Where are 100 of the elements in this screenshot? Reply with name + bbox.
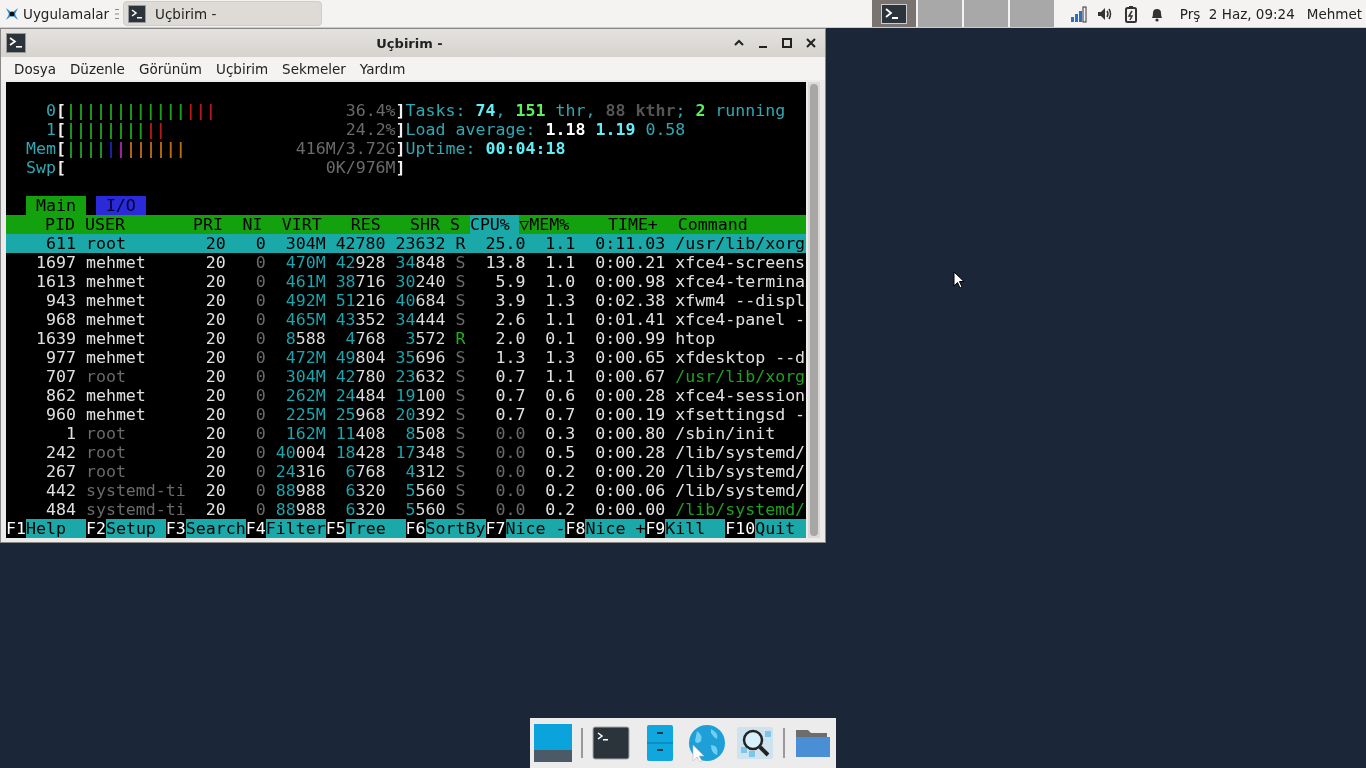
table-cell-text: 42780: [334, 234, 386, 253]
clock[interactable]: Prş 2 Haz, 09:24: [1179, 5, 1295, 22]
table-cell-text: 25.0: [484, 234, 526, 253]
table-cell-text: 0: [254, 234, 266, 253]
table-cell-text: 0.3: [544, 424, 576, 443]
bracket: ]: [395, 139, 406, 158]
process-row[interactable]: 862 mehmet 20 0 262M 24484 19100 S 0.7 0.6 0:00.28 xfce4-session: [6, 386, 806, 405]
status-line: Load average: 1.18 1.19 0.58: [405, 120, 686, 139]
signal-icon[interactable]: [1069, 4, 1088, 23]
workspace-button[interactable]: [871, 0, 916, 27]
column-header[interactable]: SHR: [380, 215, 440, 234]
table-cell-text: 20: [204, 367, 226, 386]
column-header[interactable]: CPU%: [469, 215, 520, 234]
column-header[interactable]: S: [449, 215, 460, 234]
process-row[interactable]: 1 root 20 0 162M 11408 8508 S 0.0 0.3 0:00.80 /sbin/init: [6, 424, 806, 443]
table-cell-text: /sbin/init: [675, 424, 777, 443]
taskbar-button[interactable]: Uçbirim -: [123, 1, 323, 26]
process-row[interactable]: 968 mehmet 20 0 465M 43352 34444 S 2.6 1.1 0:01.41 xfce4-panel -: [6, 310, 806, 329]
column-header[interactable]: USER: [85, 215, 184, 234]
table-cell-text: 20: [204, 234, 226, 253]
table-cell: xfsettingsd -: [675, 405, 806, 424]
usage-pipes-text: ||: [145, 120, 166, 139]
table-cell-text: 0:02.38: [594, 291, 666, 310]
column-header[interactable]: VIRT: [262, 215, 322, 234]
menu-item[interactable]: Düzenle: [62, 60, 132, 77]
meter-label: 1: [44, 120, 56, 139]
column-header[interactable]: PID: [6, 215, 75, 234]
process-row[interactable]: 484 systemd-ti 20 0 88988 6320 5560 S 0.0 0.2 0:00.00 /lib/systemd/: [6, 500, 806, 519]
panel-handle-icon: [115, 7, 120, 20]
column-header[interactable]: ▽MEM%: [519, 215, 570, 234]
scrollbar[interactable]: [808, 82, 820, 538]
table-cell-text: 13.8: [484, 253, 526, 272]
usage-pipes-text: |||: [185, 101, 216, 120]
table-cell: S: [455, 386, 466, 405]
process-row[interactable]: 1697 mehmet 20 0 470M 42928 34848 S 13.8 1.1 0:00.21 xfce4-screens: [6, 253, 806, 272]
applications-menu-button[interactable]: Uygulamalar: [0, 0, 114, 27]
column-header[interactable]: Command: [677, 215, 806, 234]
process-row[interactable]: 1613 mehmet 20 0 461M 38716 30240 S 5.9 1.0 0:00.98 xfce4-termina: [6, 272, 806, 291]
table-cell-text: 0:00.19: [594, 405, 666, 424]
column-header[interactable]: TIME+: [569, 215, 668, 234]
menu-item[interactable]: Sekmeler: [275, 60, 353, 77]
menu-item[interactable]: Dosya: [7, 60, 63, 77]
table-cell-text: 862: [44, 386, 76, 405]
table-cell-text: root: [85, 367, 127, 386]
table-cell: R: [455, 234, 466, 253]
table-cell-text: 242: [44, 443, 76, 462]
table-cell-text: 0:11.03: [594, 234, 666, 253]
table-cell: S: [455, 291, 466, 310]
menu-item[interactable]: Uçbirim: [209, 60, 276, 77]
table-cell: S: [455, 272, 466, 291]
usage-pipes-text: ||||||||||||: [65, 101, 186, 120]
table-cell-text: 0: [254, 462, 266, 481]
process-row[interactable]: 943 mehmet 20 0 492M 51216 40684 S 3.9 1.3 0:02.38 xfwm4 --displ: [6, 291, 806, 310]
maximize-icon[interactable]: [781, 37, 793, 49]
table-cell: R: [455, 329, 466, 348]
process-row[interactable]: 442 systemd-ti 20 0 88988 6320 5560 S 0.0 0.2 0:00.06 /lib/systemd/: [6, 481, 806, 500]
bracket: [: [55, 120, 66, 139]
table-cell-text: 0: [254, 424, 266, 443]
process-row[interactable]: 1639 mehmet 20 0 8588 4768 3572 R 2.0 0.1 0:00.99 htop: [6, 329, 806, 348]
process-row[interactable]: 707 root 20 0 304M 42780 23632 S 0.7 1.1 0:00.67 /usr/lib/xorg: [6, 367, 806, 386]
table-cell-text: htop: [675, 329, 717, 348]
table-cell: /lib/systemd/: [675, 443, 806, 462]
user-name[interactable]: Mehmet: [1306, 5, 1362, 22]
table-cell-text: 20: [204, 462, 226, 481]
process-row[interactable]: 611 root 20 0 304M 42780 23632 R 25.0 1.1 0:11.03 /usr/lib/xorg: [6, 234, 806, 253]
table-cell-text: 20: [204, 253, 226, 272]
menu-item[interactable]: Görünüm: [131, 60, 209, 77]
table-cell-text: 1.1: [544, 253, 576, 272]
table-cell-text: root: [85, 443, 127, 462]
table-cell: systemd-ti: [85, 500, 186, 519]
globe-icon[interactable]: [687, 723, 727, 763]
show-desktop-icon[interactable]: [533, 723, 573, 763]
column-header[interactable]: PRI: [183, 215, 224, 234]
column-header[interactable]: RES: [321, 215, 381, 234]
table-cell-text: mehmet: [85, 348, 147, 367]
process-row[interactable]: 977 mehmet 20 0 472M 49804 35696 S 1.3 1.3 0:00.65 xfdesktop --d: [6, 348, 806, 367]
close-icon[interactable]: [805, 37, 817, 49]
table-cell: S: [455, 348, 466, 367]
column-header[interactable]: NI: [223, 215, 263, 234]
table-cell-text: 0:00.98: [594, 272, 666, 291]
table-cell-text: 0: [254, 481, 266, 500]
terminal-icon[interactable]: [591, 723, 631, 763]
table-cell-text: 20: [204, 424, 226, 443]
tab[interactable]: Main: [25, 196, 86, 215]
table-cell-text: 0:00.80: [594, 424, 666, 443]
table-cell-text: 0: [254, 329, 266, 348]
table-cell-text: 0: [254, 291, 266, 310]
process-row[interactable]: 242 root 20 0 40004 18428 17348 S 0.0 0.5 0:00.28 /lib/systemd/: [6, 443, 806, 462]
bracket: ]: [395, 101, 406, 120]
table-cell-text: mehmet: [85, 272, 147, 291]
usage-pipes-text: ||||||: [125, 139, 186, 158]
table-cell-text: 1.3: [544, 348, 576, 367]
table-cell-text: 0: [254, 348, 266, 367]
process-row[interactable]: 960 mehmet 20 0 225M 25968 20392 S 0.7 0.7 0:00.19 xfsettingsd -: [6, 405, 806, 424]
table-cell-text: 304M: [284, 234, 326, 253]
table-cell: /lib/systemd/: [675, 481, 806, 500]
table-cell-text: mehmet: [85, 310, 147, 329]
table-cell-text: 20: [204, 291, 226, 310]
menu-item[interactable]: Yardım: [352, 60, 413, 77]
process-row[interactable]: 267 root 20 0 24316 6768 4312 S 0.0 0.2 0:00.20 /lib/systemd/: [6, 462, 806, 481]
